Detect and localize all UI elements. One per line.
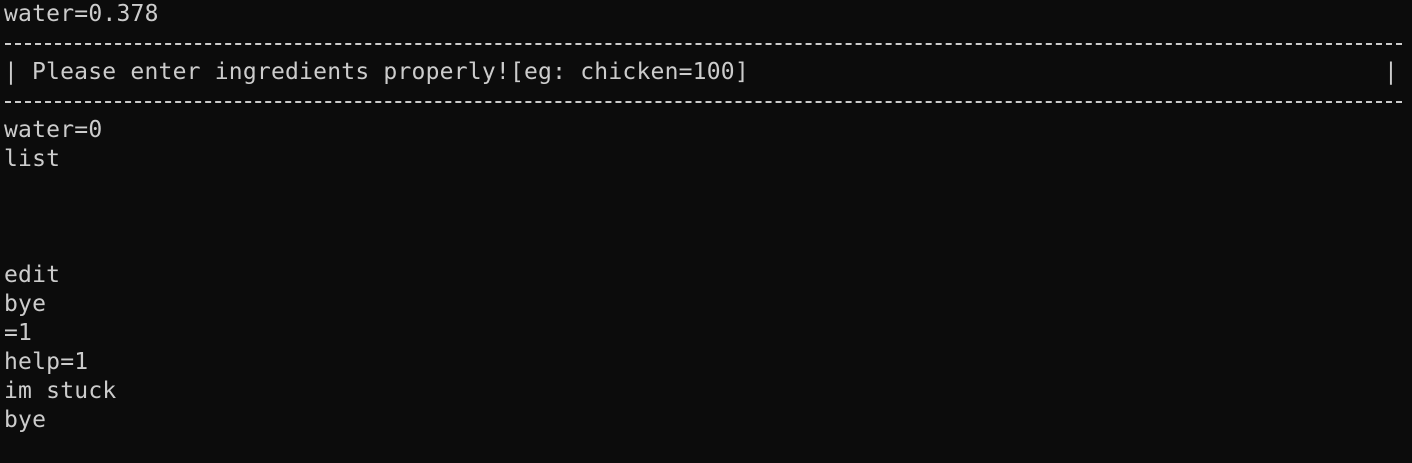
input-line: help=1 — [4, 349, 89, 375]
output-line: water=0.378 — [4, 1, 159, 27]
message-box-right-border: | — [1383, 59, 1398, 85]
input-line: bye — [4, 407, 47, 433]
input-line: bye — [4, 291, 47, 317]
divider-top — [4, 29, 1412, 58]
input-line: edit — [4, 262, 61, 288]
divider-bottom — [4, 87, 1412, 116]
input-line: list — [4, 146, 61, 172]
message-box-text: Please enter ingredients properly![eg: c… — [32, 59, 749, 85]
input-line: =1 — [4, 320, 33, 346]
terminal-output[interactable]: water=0.378 | Please enter ingredients p… — [0, 0, 1412, 463]
message-box: | Please enter ingredients properly![eg:… — [4, 58, 1412, 87]
message-box-left-border: | — [4, 59, 19, 85]
input-line: water=0 — [4, 117, 103, 143]
input-line: im stuck — [4, 378, 117, 404]
